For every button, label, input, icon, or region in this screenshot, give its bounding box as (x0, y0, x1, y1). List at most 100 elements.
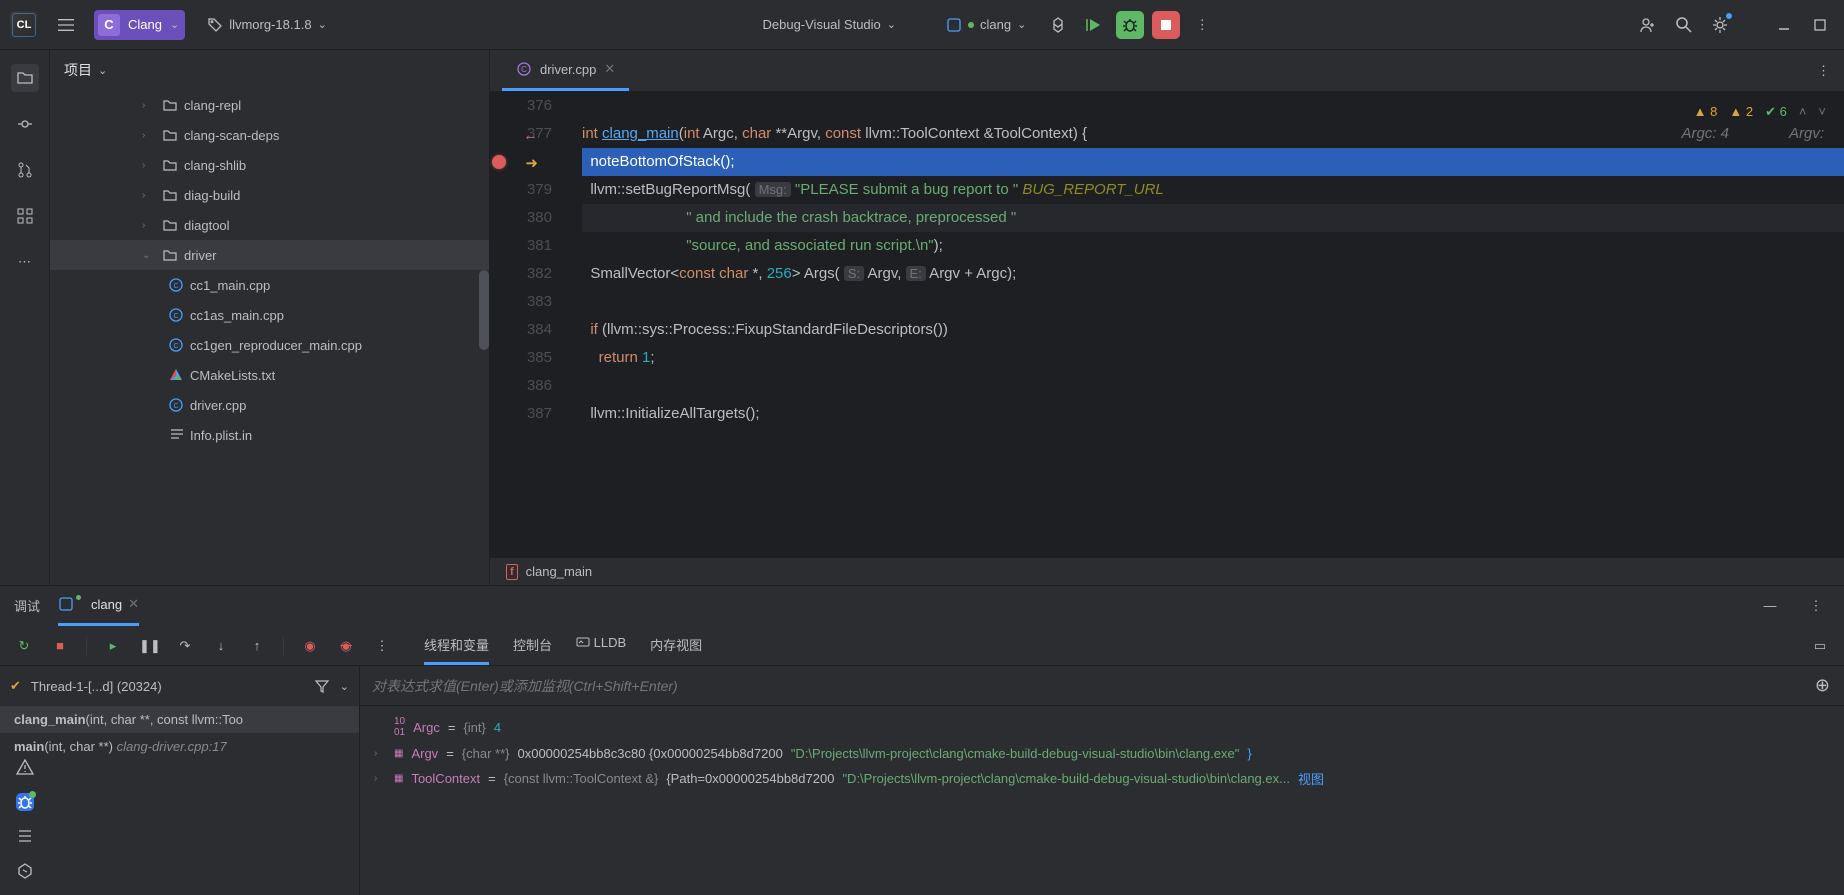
tree-folder[interactable]: ⌄driver (50, 240, 489, 270)
pause-button[interactable]: ❚❚ (139, 638, 159, 654)
function-icon: f (506, 564, 518, 580)
tree-folder[interactable]: ›clang-scan-deps (50, 120, 489, 150)
main-menu-button[interactable] (52, 11, 80, 39)
mute-breakpoints-button[interactable]: ◉ (336, 638, 356, 654)
add-watch-button[interactable]: ⊕ (1801, 675, 1844, 696)
run-target-selector[interactable]: clang ⌄ (936, 13, 1036, 37)
view-breakpoints-button[interactable]: ◉ (300, 638, 320, 654)
debug-tool-label[interactable]: 调试 (14, 586, 40, 626)
build-config-selector[interactable]: Debug-Visual Studio ⌄ (752, 13, 906, 36)
debug-more-button[interactable]: ⋮ (372, 638, 392, 654)
tree-item-label: CMakeLists.txt (190, 368, 275, 383)
resume-button[interactable]: ▸ (103, 638, 123, 654)
vcs-tag-selector[interactable]: llvmorg-18.1.8 ⌄ (199, 13, 335, 37)
tree-file[interactable]: Ccc1_main.cpp (50, 270, 489, 300)
cpp-file-icon: C (168, 337, 184, 353)
tree-folder[interactable]: › diagtool (50, 210, 489, 240)
expand-icon[interactable]: › (374, 773, 386, 784)
project-tool-button[interactable] (11, 64, 39, 92)
chevron-down-icon: ⌄ (887, 18, 896, 31)
more-tools-button[interactable]: ⋯ (11, 248, 39, 276)
chevron-down-icon[interactable]: ⌄ (340, 680, 349, 693)
scrollbar-thumb[interactable] (479, 270, 489, 350)
tree-folder[interactable]: ›clang-shlib (50, 150, 489, 180)
breadcrumb-function[interactable]: clang_main (526, 564, 593, 579)
build-config-label: Debug-Visual Studio (762, 17, 880, 32)
project-name: Clang (128, 17, 162, 32)
svg-text:C: C (173, 313, 178, 320)
stack-frame[interactable]: main(int, char **) clang-driver.cpp:17 (0, 733, 359, 760)
debug-subtab[interactable]: 内存视图 (650, 627, 702, 665)
debug-tool-button[interactable] (16, 793, 34, 811)
step-out-button[interactable]: ↑ (247, 638, 267, 653)
thread-selector[interactable]: Thread-1-[...d] (20324) (31, 679, 304, 694)
run-button[interactable] (1080, 11, 1108, 39)
chevron-right-icon[interactable]: › (142, 220, 156, 231)
execution-pointer-icon: ➜ (525, 150, 538, 178)
structure-tool-button[interactable] (11, 202, 39, 230)
expand-icon[interactable]: › (374, 748, 386, 759)
editor-tab-label: driver.cpp (540, 62, 596, 77)
folder-icon (162, 97, 178, 113)
close-session-button[interactable]: ✕ (128, 596, 139, 612)
maximize-button[interactable] (1806, 11, 1834, 39)
services-tool-button[interactable] (16, 861, 34, 879)
close-tab-button[interactable]: ✕ (604, 61, 615, 77)
step-over-button[interactable]: ↷ (175, 638, 195, 654)
variable-row[interactable]: ›▦ ToolContext = {const llvm::ToolContex… (360, 765, 1844, 792)
chevron-right-icon[interactable]: › (142, 160, 156, 171)
filter-frames-button[interactable] (314, 678, 330, 694)
chevron-right-icon[interactable]: › (142, 190, 156, 201)
project-selector[interactable]: C Clang ⌄ (94, 10, 185, 40)
tree-item-label: cc1gen_reproducer_main.cpp (190, 338, 362, 353)
debug-subtab[interactable]: 控制台 (513, 627, 552, 665)
tree-file[interactable]: Ccc1as_main.cpp (50, 300, 489, 330)
step-into-button[interactable]: ↓ (211, 638, 231, 653)
settings-button[interactable] (1706, 11, 1734, 39)
more-run-actions[interactable]: ⋮ (1188, 11, 1216, 39)
svg-text:C: C (173, 283, 178, 290)
stack-frame[interactable]: clang_main(int, char **, const llvm::Too (0, 706, 359, 733)
pull-requests-tool-button[interactable] (11, 156, 39, 184)
cpp-file-icon: C (168, 277, 184, 293)
tree-item-label: Info.plist.in (190, 428, 252, 443)
debug-subtab[interactable]: 线程和变量 (424, 627, 489, 665)
tree-file[interactable]: Ccc1gen_reproducer_main.cpp (50, 330, 489, 360)
chevron-down-icon[interactable]: ⌄ (142, 250, 156, 261)
tree-file[interactable]: CMakeLists.txt (50, 360, 489, 390)
tree-item-label: diagtool (184, 218, 230, 233)
todo-tool-button[interactable] (16, 827, 34, 845)
variable-row[interactable]: ›▦ Argv = {char **} 0x00000254bb8c3c80 {… (360, 742, 1844, 765)
search-everywhere-button[interactable] (1670, 11, 1698, 39)
tree-folder[interactable]: ›clang-repl (50, 90, 489, 120)
commit-tool-button[interactable] (11, 110, 39, 138)
rerun-button[interactable]: ↻ (14, 638, 34, 654)
layout-button[interactable]: ▭ (1810, 638, 1830, 654)
debug-panel-more[interactable]: ⋮ (1802, 592, 1830, 620)
editor-more-button[interactable]: ⋮ (1803, 50, 1844, 91)
debug-button[interactable] (1116, 11, 1144, 39)
code-editor[interactable]: int clang_main(int Argc, char **Argv, co… (570, 92, 1844, 557)
tree-item-label: cc1_main.cpp (190, 278, 270, 293)
variable-row[interactable]: 1001 Argc = {int} 4 (360, 712, 1844, 742)
stop-button[interactable] (1152, 11, 1180, 39)
project-tree[interactable]: ›clang-repl›clang-scan-deps›clang-shlib›… (50, 90, 489, 585)
debug-session-tab[interactable]: clang ✕ (58, 586, 139, 626)
tree-file[interactable]: Info.plist.in (50, 420, 489, 450)
chevron-down-icon: ⌄ (318, 18, 327, 31)
chevron-right-icon[interactable]: › (142, 130, 156, 141)
tree-folder[interactable]: ›diag-build (50, 180, 489, 210)
code-with-me-button[interactable] (1634, 11, 1662, 39)
debug-panel-options[interactable]: — (1756, 592, 1784, 620)
chevron-right-icon[interactable]: › (142, 100, 156, 111)
tree-file[interactable]: Cdriver.cpp (50, 390, 489, 420)
cpp-file-icon: C (168, 307, 184, 323)
evaluate-expression-input[interactable] (360, 678, 1801, 694)
minimize-button[interactable] (1770, 11, 1798, 39)
problems-tool-button[interactable] (15, 757, 35, 777)
editor-tab-driver[interactable]: C driver.cpp ✕ (502, 50, 629, 91)
debug-subtab[interactable]: LLDB (576, 627, 626, 665)
breakpoint-icon[interactable] (492, 155, 506, 169)
stop-debug-button[interactable]: ■ (50, 638, 70, 653)
build-button[interactable] (1044, 11, 1072, 39)
